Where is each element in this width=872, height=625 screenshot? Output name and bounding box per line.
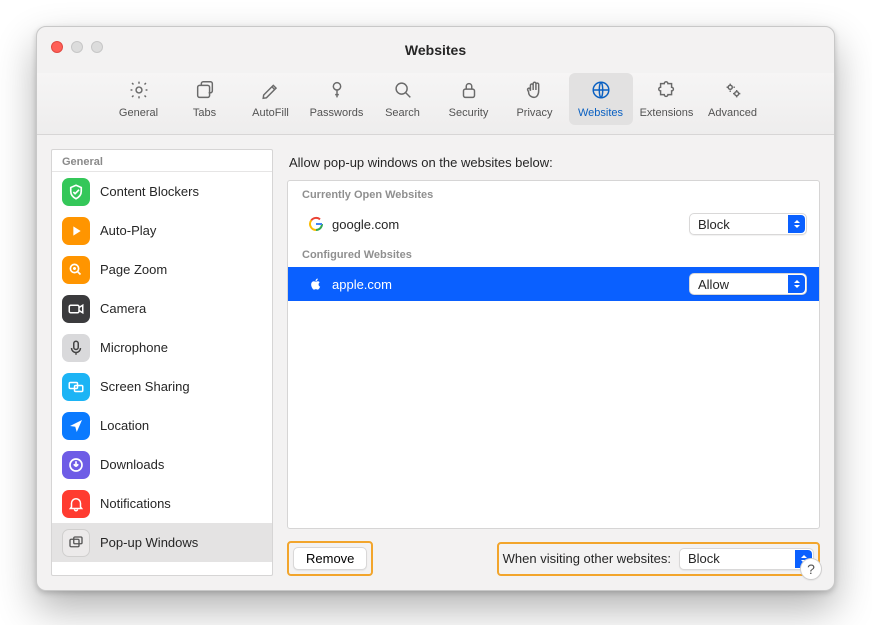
toolbar-tab-extensions[interactable]: Extensions: [635, 73, 699, 125]
sidebar-item-label: Auto-Play: [100, 223, 156, 238]
sidebar-item-popup-windows[interactable]: Pop-up Windows: [52, 523, 272, 562]
google-favicon-icon: [308, 216, 324, 232]
website-domain: google.com: [332, 217, 399, 232]
sidebar-item-label: Location: [100, 418, 149, 433]
zoom-icon: [62, 256, 90, 284]
website-row[interactable]: apple.com Allow: [288, 267, 819, 301]
sidebar-item-page-zoom[interactable]: Page Zoom: [52, 250, 272, 289]
toolbar-tab-label: Websites: [578, 107, 623, 119]
microphone-icon: [62, 334, 90, 362]
sidebar-item-microphone[interactable]: Microphone: [52, 328, 272, 367]
play-icon: [62, 217, 90, 245]
minimize-window-button[interactable]: [71, 41, 83, 53]
toolbar-tab-label: General: [119, 107, 158, 119]
tabs-icon: [192, 77, 218, 103]
puzzle-icon: [654, 77, 680, 103]
close-window-button[interactable]: [51, 41, 63, 53]
websites-sidebar: General Content Blockers Auto-Play Page …: [51, 149, 273, 576]
key-icon: [324, 77, 350, 103]
list-section-open: Currently Open Websites: [288, 181, 819, 207]
help-button[interactable]: ?: [800, 558, 822, 580]
toolbar-tab-label: Advanced: [708, 107, 757, 119]
preferences-toolbar: General Tabs AutoFill Passwords Search: [37, 73, 834, 135]
hand-icon: [522, 77, 548, 103]
windows-icon: [62, 529, 90, 557]
pencil-icon: [258, 77, 284, 103]
default-setting-select[interactable]: Block: [679, 548, 814, 570]
remove-highlight: Remove: [287, 541, 373, 576]
toolbar-tab-general[interactable]: General: [107, 73, 171, 125]
traffic-lights: [51, 41, 103, 53]
content-area: General Content Blockers Auto-Play Page …: [37, 135, 834, 590]
sidebar-item-label: Camera: [100, 301, 146, 316]
sidebar-item-label: Content Blockers: [100, 184, 199, 199]
list-section-configured: Configured Websites: [288, 241, 819, 267]
toolbar-tab-privacy[interactable]: Privacy: [503, 73, 567, 125]
sidebar-item-label: Screen Sharing: [100, 379, 190, 394]
default-setting-highlight: When visiting other websites: Block: [497, 542, 820, 576]
zoom-window-button[interactable]: [91, 41, 103, 53]
toolbar-tab-autofill[interactable]: AutoFill: [239, 73, 303, 125]
sidebar-item-notifications[interactable]: Notifications: [52, 484, 272, 523]
search-icon: [390, 77, 416, 103]
toolbar-tab-websites[interactable]: Websites: [569, 73, 633, 125]
sidebar-item-content-blockers[interactable]: Content Blockers: [52, 172, 272, 211]
lock-icon: [456, 77, 482, 103]
sidebar-item-location[interactable]: Location: [52, 406, 272, 445]
sidebar-item-camera[interactable]: Camera: [52, 289, 272, 328]
sidebar-item-label: Page Zoom: [100, 262, 167, 277]
globe-icon: [588, 77, 614, 103]
sidebar-item-label: Notifications: [100, 496, 171, 511]
chevron-up-down-icon: [788, 275, 805, 293]
sidebar-item-screen-sharing[interactable]: Screen Sharing: [52, 367, 272, 406]
pane-heading: Allow pop-up windows on the websites bel…: [287, 149, 820, 180]
titlebar: Websites: [37, 27, 834, 73]
toolbar-tab-label: Passwords: [310, 107, 364, 119]
shield-check-icon: [62, 178, 90, 206]
toolbar-tab-label: AutoFill: [252, 107, 289, 119]
sidebar-item-label: Microphone: [100, 340, 168, 355]
download-icon: [62, 451, 90, 479]
settings-pane: Allow pop-up windows on the websites bel…: [287, 149, 820, 576]
toolbar-tab-label: Privacy: [516, 107, 552, 119]
chevron-up-down-icon: [788, 215, 805, 233]
location-arrow-icon: [62, 412, 90, 440]
website-setting-select[interactable]: Block: [689, 213, 807, 235]
pane-footer: Remove When visiting other websites: Blo…: [287, 529, 820, 576]
sidebar-item-auto-play[interactable]: Auto-Play: [52, 211, 272, 250]
website-row[interactable]: google.com Block: [288, 207, 819, 241]
toolbar-tab-advanced[interactable]: Advanced: [701, 73, 765, 125]
toolbar-tab-label: Extensions: [640, 107, 694, 119]
toolbar-tab-passwords[interactable]: Passwords: [305, 73, 369, 125]
apple-favicon-icon: [308, 276, 324, 292]
websites-list: Currently Open Websites google.com Block…: [287, 180, 820, 529]
preferences-window: Websites General Tabs AutoFill Pass: [36, 26, 835, 591]
bell-icon: [62, 490, 90, 518]
toolbar-tab-tabs[interactable]: Tabs: [173, 73, 237, 125]
toolbar-tab-search[interactable]: Search: [371, 73, 435, 125]
website-domain: apple.com: [332, 277, 392, 292]
sidebar-item-downloads[interactable]: Downloads: [52, 445, 272, 484]
sidebar-item-label: Downloads: [100, 457, 164, 472]
sidebar-section-header: General: [52, 150, 272, 172]
screens-icon: [62, 373, 90, 401]
select-value: Block: [688, 551, 720, 566]
toolbar-tab-label: Search: [385, 107, 420, 119]
select-value: Block: [698, 217, 730, 232]
toolbar-tab-security[interactable]: Security: [437, 73, 501, 125]
remove-button[interactable]: Remove: [293, 547, 367, 570]
camera-icon: [62, 295, 90, 323]
sidebar-item-label: Pop-up Windows: [100, 535, 198, 550]
gears-icon: [720, 77, 746, 103]
gear-icon: [126, 77, 152, 103]
window-title: Websites: [405, 42, 466, 58]
toolbar-tab-label: Security: [449, 107, 489, 119]
website-setting-select[interactable]: Allow: [689, 273, 807, 295]
default-setting-label: When visiting other websites:: [503, 551, 671, 566]
toolbar-tab-label: Tabs: [193, 107, 216, 119]
select-value: Allow: [698, 277, 729, 292]
